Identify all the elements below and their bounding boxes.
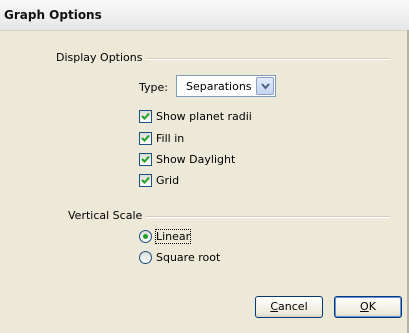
type-select[interactable]: Separations bbox=[176, 75, 276, 97]
vertical-scale-divider bbox=[146, 216, 390, 218]
radio-selected-dot bbox=[143, 234, 148, 239]
title-bar[interactable]: Graph Options bbox=[0, 0, 409, 31]
square-root-radio[interactable] bbox=[139, 251, 152, 264]
show-planet-radii-checkbox[interactable] bbox=[139, 110, 152, 123]
linear-radio[interactable] bbox=[139, 230, 152, 243]
show-daylight-checkbox[interactable] bbox=[139, 153, 152, 166]
fill-in-checkbox[interactable] bbox=[139, 132, 152, 145]
grid-checkbox[interactable] bbox=[139, 174, 152, 187]
square-root-label: Square root bbox=[156, 251, 221, 264]
type-label: Type: bbox=[139, 81, 168, 94]
cancel-button[interactable]: Cancel bbox=[255, 296, 323, 318]
display-options-label: Display Options bbox=[56, 51, 143, 64]
display-options-divider bbox=[146, 58, 390, 60]
grid-label: Grid bbox=[156, 174, 180, 187]
graph-options-dialog: Graph Options Display Options Type: Sepa… bbox=[0, 0, 409, 333]
ok-button[interactable]: OK bbox=[334, 296, 402, 318]
show-planet-radii-label: Show planet radii bbox=[156, 110, 252, 123]
show-daylight-label: Show Daylight bbox=[156, 153, 236, 166]
chevron-down-icon[interactable] bbox=[256, 77, 274, 95]
ok-button-label: OK bbox=[360, 300, 376, 313]
linear-label: Linear bbox=[154, 229, 192, 244]
type-select-value: Separations bbox=[186, 80, 252, 93]
fill-in-label: Fill in bbox=[156, 132, 185, 145]
cancel-button-label: Cancel bbox=[270, 300, 308, 313]
vertical-scale-label: Vertical Scale bbox=[68, 209, 143, 222]
dialog-title: Graph Options bbox=[4, 8, 102, 22]
